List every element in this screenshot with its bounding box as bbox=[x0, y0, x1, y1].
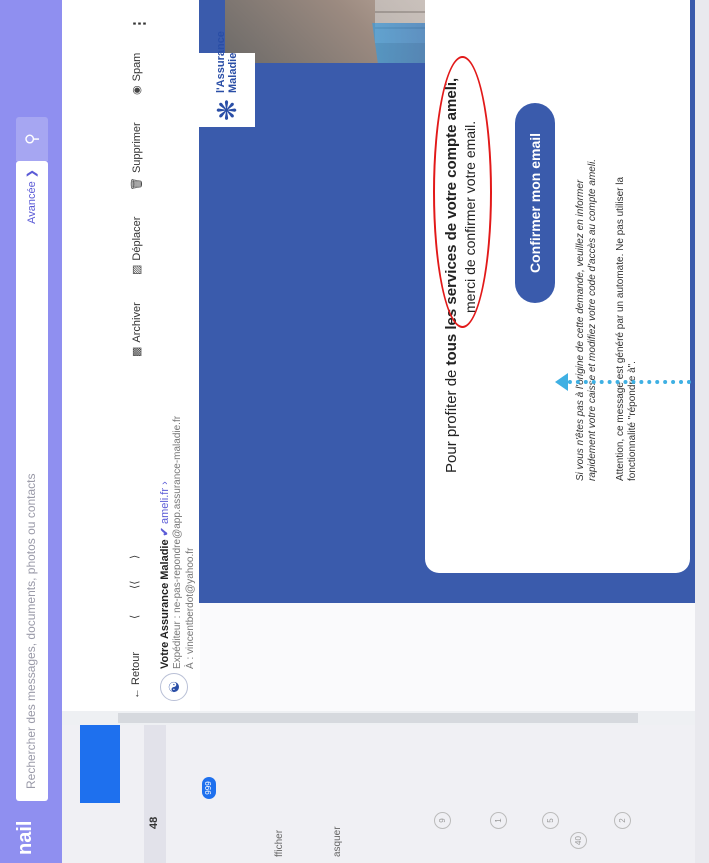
sender-avatar: ☯ bbox=[160, 673, 188, 701]
search-input[interactable]: Rechercher des messages, documents, phot… bbox=[16, 161, 48, 801]
shield-icon: ◉ bbox=[131, 85, 143, 95]
sender-address: Expéditeur : ne-pas-repondre@app.assuran… bbox=[172, 415, 183, 669]
note-line-3: Attention, ce message est généré par un … bbox=[615, 176, 626, 481]
spam-button[interactable]: ◉ Spam bbox=[130, 53, 143, 95]
archive-icon: ▩ bbox=[131, 346, 143, 357]
archive-button[interactable]: ▩ Archiver bbox=[130, 302, 143, 357]
spam-label: Spam bbox=[131, 52, 143, 82]
advanced-search-button[interactable]: Avancée ❯ bbox=[25, 169, 38, 224]
unread-badge: 999 bbox=[202, 777, 216, 799]
headline-prefix: Pour profiter de bbox=[443, 365, 460, 473]
folder-count: 40 bbox=[570, 832, 587, 849]
message-bubble: Pour profiter de tous les services de vo… bbox=[425, 0, 690, 573]
back-button[interactable]: ← Retour bbox=[130, 652, 142, 699]
inbox-row[interactable]: 48 bbox=[144, 723, 166, 863]
app-brand: nail bbox=[14, 820, 36, 855]
note-line-1: Si vous n'êtes pas à l'origine de cette … bbox=[575, 179, 586, 481]
forward-icon[interactable]: ⟩ bbox=[128, 555, 141, 559]
folder-icon: ▨ bbox=[131, 264, 143, 275]
search-placeholder: Rechercher des messages, documents, phot… bbox=[24, 473, 38, 789]
reply-icon[interactable]: ⟨ bbox=[128, 615, 141, 619]
archive-label: Archiver bbox=[131, 302, 143, 343]
hide-label[interactable]: asquer bbox=[332, 826, 343, 857]
move-button[interactable]: ▨ Déplacer bbox=[130, 217, 143, 275]
arrow-head-icon bbox=[555, 373, 568, 391]
note-line-2: rapidement votre caisse et modifiez votr… bbox=[587, 158, 598, 481]
sender-name-line: Votre Assurance Maladie ✔ ameli.fr › bbox=[158, 481, 171, 669]
dotted-arrow-line bbox=[560, 380, 707, 384]
more-options-button[interactable]: ⋮ bbox=[130, 16, 148, 31]
move-label: Déplacer bbox=[131, 216, 143, 261]
folder-count: 1 bbox=[490, 812, 507, 829]
sender-name: Votre Assurance Maladie bbox=[159, 539, 171, 669]
rotated-screenshot: nail Rechercher des messages, documents,… bbox=[0, 0, 709, 863]
delete-button[interactable]: 🗑 Supprimer bbox=[130, 122, 143, 191]
verified-icon: ✔ bbox=[159, 527, 171, 537]
bottom-scrollbar[interactable] bbox=[695, 0, 709, 863]
folder-count: 5 bbox=[542, 812, 559, 829]
compose-button[interactable] bbox=[80, 723, 120, 803]
delete-label: Supprimer bbox=[131, 122, 143, 174]
search-button[interactable]: ⚲ bbox=[16, 117, 48, 161]
assurance-maladie-logo: ❋ l'Assurance Maladie bbox=[199, 31, 255, 127]
red-highlight-oval bbox=[433, 56, 492, 328]
logo-text-line-1: l'Assurance bbox=[215, 31, 227, 93]
logo-text-line-2: Maladie bbox=[227, 52, 239, 93]
search-icon: ⚲ bbox=[24, 133, 41, 145]
confirm-email-button[interactable]: Confirmer mon email bbox=[515, 103, 555, 303]
message-header: ← Retour ⟨ ⟨⟨ ⟩ ▩ Archiver ▨ Déplacer 🗑 Sup… bbox=[62, 0, 200, 711]
inbox-count: 48 bbox=[148, 816, 160, 829]
email-body: ❋ l'Assurance Maladie Pour profiter de t… bbox=[199, 0, 709, 603]
left-sidebar: 48 999 fficher asquer 9 1 5 40 2 bbox=[62, 722, 709, 863]
recipient-address: À : vincentberdot@yahoo.fr bbox=[185, 547, 196, 669]
assurance-maladie-logo-icon: ❋ bbox=[212, 99, 242, 121]
logo-text: l'Assurance Maladie bbox=[215, 31, 239, 93]
sender-domain-link[interactable]: ameli.fr › bbox=[159, 481, 171, 524]
reply-all-icon[interactable]: ⟨⟨ bbox=[128, 580, 141, 589]
show-label[interactable]: fficher bbox=[274, 830, 285, 857]
folder-count: 2 bbox=[614, 812, 631, 829]
trash-icon: 🗑 bbox=[131, 177, 143, 191]
folder-count: 9 bbox=[434, 812, 451, 829]
top-bar: nail Rechercher des messages, documents,… bbox=[0, 0, 62, 863]
scrollbar-thumb[interactable] bbox=[118, 713, 638, 723]
